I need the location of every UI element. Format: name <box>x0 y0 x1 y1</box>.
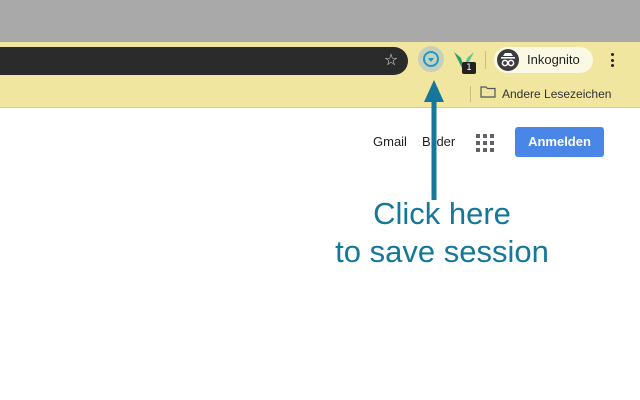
annotation-line-2: to save session <box>335 234 549 269</box>
menu-dot <box>610 64 614 67</box>
other-bookmarks-label: Andere Lesezeichen <box>502 87 612 101</box>
bookmarks-divider <box>470 86 471 102</box>
incognito-profile-button[interactable]: Inkognito <box>494 47 593 73</box>
star-icon[interactable]: ☆ <box>382 50 400 70</box>
tab-strip <box>0 0 640 42</box>
save-session-extension-icon[interactable] <box>418 46 444 72</box>
address-bar[interactable] <box>0 47 408 75</box>
annotation-line-1: Click here <box>373 196 511 231</box>
apps-dot <box>476 141 480 145</box>
incognito-avatar-icon <box>497 49 519 71</box>
menu-dot <box>610 53 614 56</box>
apps-dot <box>490 134 494 138</box>
extension-badge: 1 <box>462 62 476 74</box>
apps-dot <box>483 141 487 145</box>
apps-dot <box>476 134 480 138</box>
apps-dot <box>476 148 480 152</box>
menu-dot <box>610 58 614 62</box>
apps-grid-icon[interactable] <box>476 134 494 152</box>
incognito-label: Inkognito <box>527 52 580 67</box>
annotation-callout: Click here to save session <box>300 195 584 271</box>
save-session-triangle <box>428 57 434 62</box>
apps-dot <box>490 141 494 145</box>
toolbar-divider <box>485 51 486 69</box>
apps-dot <box>483 148 487 152</box>
folder-icon <box>480 85 496 103</box>
signin-button[interactable]: Anmelden <box>515 127 604 157</box>
apps-dot <box>483 134 487 138</box>
other-bookmarks-folder[interactable]: Andere Lesezeichen <box>480 84 626 104</box>
apps-dot <box>490 148 494 152</box>
arrow-icon <box>424 80 444 200</box>
save-session-ring <box>423 51 439 67</box>
menu-icon[interactable] <box>604 50 620 70</box>
gmail-link[interactable]: Gmail <box>373 132 407 152</box>
